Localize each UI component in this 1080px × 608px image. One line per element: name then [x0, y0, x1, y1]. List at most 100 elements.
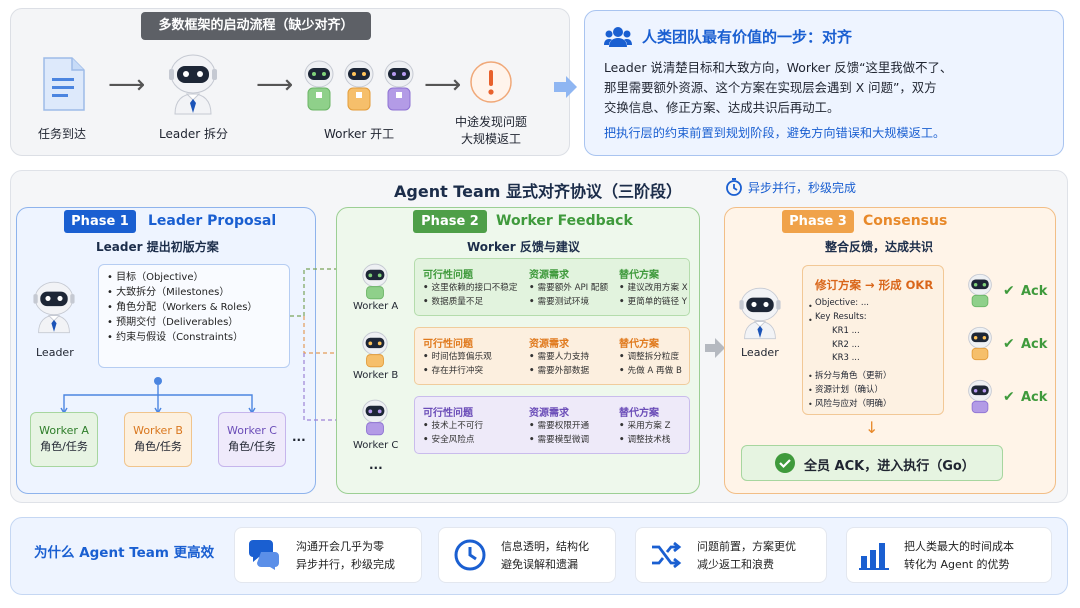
worker-a-role: 角色/任务	[40, 440, 88, 453]
phase1-proposal-box: 目标（Objective） 大致拆分（Milestones） 角色分配（Work…	[98, 264, 290, 368]
feedback-item: 更简单的链径 Y	[619, 295, 688, 309]
phase3-subtitle: 整合反馈，达成共识	[825, 240, 934, 254]
phase2-worker-b-label: Worker B	[353, 370, 399, 381]
why-card-line: 减少返工和浪费	[697, 558, 774, 571]
okr-line: Key Results:	[815, 312, 867, 322]
worker-robot-orange-icon	[966, 325, 994, 361]
worker-b-role: 角色/任务	[134, 440, 182, 453]
alignment-title: 人类团队最有价值的一步：对齐	[642, 28, 853, 46]
chat-icon	[247, 540, 283, 570]
worker-robot-purple-icon	[383, 58, 415, 112]
worker-c-role: 角色/任务	[228, 440, 276, 453]
check-circle-icon	[775, 453, 795, 473]
down-arrow-icon: ↓	[865, 418, 879, 437]
proposal-item: 预期交付（Deliverables）	[107, 315, 289, 330]
worker-robot-purple-icon	[360, 398, 390, 436]
okr-line: Objective: ...	[815, 298, 869, 308]
header-alternatives: 替代方案	[619, 270, 659, 281]
phase1-worker-a: Worker A 角色/任务	[30, 412, 98, 467]
phase2-subtitle: Worker 反馈与建议	[467, 240, 580, 254]
phase3-name: Consensus	[863, 213, 948, 229]
worker-a-name: Worker A	[39, 424, 89, 437]
phase1-name: Leader Proposal	[148, 213, 277, 229]
feedback-item: 安全风险点	[423, 433, 483, 447]
header-feasibility: 可行性问题	[423, 339, 473, 350]
feedback-box-c: 可行性问题 资源需求 替代方案 技术上不可行安全风险点 需要权限开通需要模型微调…	[414, 396, 690, 454]
worker-c-name: Worker C	[227, 424, 277, 437]
feedback-item: 先做 A 再做 B	[619, 364, 682, 378]
phase1-more: ...	[292, 430, 306, 444]
feedback-item: 建议改用方案 X	[619, 281, 688, 295]
feedback-item: 数据质量不足	[423, 295, 517, 309]
feedback-box-a: 可行性问题 资源需求 替代方案 这里依赖的接口不稳定数据质量不足 需要额外 AP…	[414, 258, 690, 316]
feedback-item: 需要测试环境	[529, 295, 608, 309]
team-icon	[604, 26, 632, 48]
problem-line-1: 中途发现问题	[455, 115, 528, 129]
header-alternatives: 替代方案	[619, 408, 659, 419]
feedback-item: 需要模型微调	[529, 433, 590, 447]
phase1-tag: Phase 1	[64, 210, 136, 233]
timer-icon	[725, 178, 743, 196]
worker-robot-green-icon	[966, 272, 994, 308]
phase2-worker-c-label: Worker C	[353, 440, 399, 451]
transition-arrow-icon	[552, 74, 578, 100]
leader-robot-icon	[30, 276, 78, 338]
worker-robot-green-icon	[360, 262, 390, 300]
step-leader-split: Leader 拆分	[159, 127, 228, 141]
feedback-item: 需要额外 API 配额	[529, 281, 609, 295]
phase1-worker-b: Worker B 角色/任务	[124, 412, 192, 467]
ack-label: Ack	[1021, 390, 1048, 405]
why-card-line: 异步并行，秒级完成	[296, 558, 395, 571]
worker-robot-green-icon	[303, 58, 335, 112]
phase2-worker-a-label: Worker A	[353, 301, 399, 312]
protocol-async-note: 异步并行，秒级完成	[748, 181, 857, 195]
feedback-item: 技术上不可行	[423, 419, 484, 433]
phase3-tag: Phase 3	[782, 210, 854, 233]
ack-check-icon: ✔	[1003, 389, 1015, 405]
worker-robot-orange-icon	[360, 330, 390, 368]
bar-chart-icon	[859, 540, 889, 570]
warning-icon	[469, 60, 513, 104]
why-card-line: 把人类最大的时间成本	[904, 540, 1014, 553]
alignment-body-3: 交换信息、修正方案、达成共识后再动工。	[604, 100, 840, 115]
ack-label: Ack	[1021, 284, 1048, 299]
step-task-arrives: 任务到达	[38, 127, 87, 141]
ack-label: Ack	[1021, 337, 1048, 352]
worker-robot-purple-icon	[966, 378, 994, 414]
header-alternatives: 替代方案	[619, 339, 659, 350]
final-go-text: 全员 ACK，进入执行（Go）	[804, 459, 975, 474]
worker-b-name: Worker B	[133, 424, 183, 437]
phase1-tree-connector	[60, 374, 260, 414]
arrow-icon: ⟶	[108, 70, 146, 100]
feedback-item: 需要外部数据	[529, 364, 590, 378]
phase1-subtitle: Leader 提出初版方案	[96, 240, 219, 254]
feedback-box-b: 可行性问题 资源需求 替代方案 时间估算偏乐观存在并行冲突 需要人力支持需要外部…	[414, 327, 690, 385]
phase2-tag: Phase 2	[413, 210, 487, 233]
alignment-body-2: 那里需要额外资源、这个方案在实现层会遇到 X 问题”，双方	[604, 80, 937, 95]
arrow-icon: ⟶	[424, 70, 462, 100]
ack-check-icon: ✔	[1003, 283, 1015, 299]
feedback-item: 需要权限开通	[529, 419, 590, 433]
clock-icon	[453, 538, 487, 572]
header-resources: 资源需求	[529, 339, 569, 350]
step-worker-start: Worker 开工	[324, 127, 395, 141]
okr-bullet: 风险与应对（明确）	[815, 399, 892, 409]
feedback-item: 这里依赖的接口不稳定	[423, 281, 518, 295]
proposal-item: 大致拆分（Milestones）	[107, 285, 289, 300]
worker-robot-orange-icon	[343, 58, 375, 112]
why-card-line: 避免误解和遗漏	[501, 558, 578, 571]
feedback-item: 时间估算偏乐观	[423, 350, 492, 364]
alignment-highlight: 把执行层的约束前置到规划阶段，避免方向错误和大规模返工。	[604, 126, 946, 140]
feedback-item: 存在并行冲突	[423, 364, 492, 378]
phase2-to-phase3-arrow-icon	[704, 337, 726, 359]
phase2-name: Worker Feedback	[496, 213, 633, 229]
feedback-item: 调整技术栈	[619, 433, 671, 447]
why-title: 为什么 Agent Team 更高效	[34, 545, 215, 561]
feedback-item: 调整拆分粒度	[619, 350, 682, 364]
why-card-line: 问题前置，方案更优	[697, 540, 796, 553]
phase1-leader-label: Leader	[36, 346, 74, 359]
protocol-title: Agent Team 显式对齐协议（三阶段）	[394, 182, 682, 201]
phase1-worker-c: Worker C 角色/任务	[218, 412, 286, 467]
proposal-item: 目标（Objective）	[107, 270, 289, 285]
leader-robot-icon	[736, 284, 784, 342]
